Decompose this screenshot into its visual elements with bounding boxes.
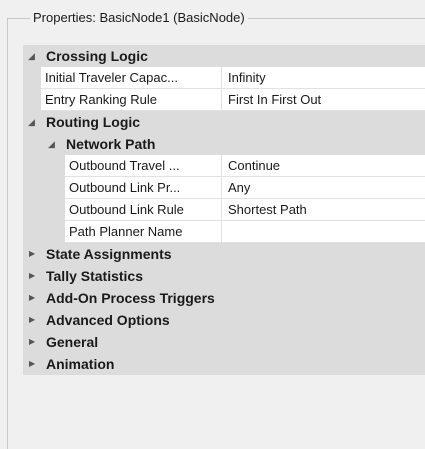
expanded-triangle-icon[interactable]: ◢ <box>28 51 35 61</box>
category-label: Animation <box>46 356 115 372</box>
collapsed-triangle-icon[interactable]: ▶ <box>29 315 35 325</box>
property-row-outbound-link-rule[interactable]: Outbound Link Rule Shortest Path <box>23 199 425 221</box>
category-label: Tally Statistics <box>46 268 144 284</box>
collapsed-triangle-icon[interactable]: ▶ <box>29 249 35 259</box>
category-state-assignments[interactable]: ▶ State Assignments <box>23 243 425 265</box>
subcategory-network-path[interactable]: ◢ Network Path <box>23 133 425 155</box>
category-animation[interactable]: ▶ Animation <box>23 353 425 375</box>
property-name: Initial Traveler Capac... <box>41 67 221 89</box>
row-gutter <box>23 199 65 221</box>
category-label: Add-On Process Triggers <box>46 290 215 306</box>
category-label: Advanced Options <box>46 312 170 328</box>
property-name: Outbound Link Pr... <box>65 177 221 199</box>
property-name: Path Planner Name <box>65 221 221 243</box>
expanded-triangle-icon[interactable]: ◢ <box>28 117 35 127</box>
row-gutter <box>23 221 65 243</box>
property-grid: ◢ Crossing Logic Initial Traveler Capac.… <box>23 45 425 375</box>
row-gutter <box>23 177 65 199</box>
property-name: Outbound Travel ... <box>65 155 221 177</box>
category-add-on-process-triggers[interactable]: ▶ Add-On Process Triggers <box>23 287 425 309</box>
category-advanced-options[interactable]: ▶ Advanced Options <box>23 309 425 331</box>
row-gutter <box>23 89 41 111</box>
category-label: General <box>46 334 99 350</box>
property-row-path-planner-name[interactable]: Path Planner Name <box>23 221 425 243</box>
property-row-outbound-travel-mode[interactable]: Outbound Travel ... Continue <box>23 155 425 177</box>
subcategory-label: Network Path <box>66 136 156 152</box>
property-value[interactable] <box>221 221 425 243</box>
property-row-entry-ranking-rule[interactable]: Entry Ranking Rule First In First Out <box>23 89 425 111</box>
category-crossing-logic[interactable]: ◢ Crossing Logic <box>23 45 425 67</box>
property-value[interactable]: Shortest Path <box>221 199 425 221</box>
property-value[interactable]: Any <box>221 177 425 199</box>
collapsed-triangle-icon[interactable]: ▶ <box>29 271 35 281</box>
collapsed-triangle-icon[interactable]: ▶ <box>29 293 35 303</box>
row-gutter <box>23 67 41 89</box>
property-name: Entry Ranking Rule <box>41 89 221 111</box>
property-name: Outbound Link Rule <box>65 199 221 221</box>
category-tally-statistics[interactable]: ▶ Tally Statistics <box>23 265 425 287</box>
properties-title: Properties: BasicNode1 (BasicNode) <box>30 10 248 25</box>
category-routing-logic[interactable]: ◢ Routing Logic <box>23 111 425 133</box>
collapsed-triangle-icon[interactable]: ▶ <box>29 359 35 369</box>
category-general[interactable]: ▶ General <box>23 331 425 353</box>
category-label: State Assignments <box>46 246 172 262</box>
row-gutter <box>23 155 65 177</box>
property-value[interactable]: Continue <box>221 155 425 177</box>
property-row-outbound-link-preference[interactable]: Outbound Link Pr... Any <box>23 177 425 199</box>
property-value[interactable]: First In First Out <box>221 89 425 111</box>
property-value[interactable]: Infinity <box>221 67 425 89</box>
category-label: Crossing Logic <box>46 48 148 64</box>
property-row-initial-traveler-capacity[interactable]: Initial Traveler Capac... Infinity <box>23 67 425 89</box>
collapsed-triangle-icon[interactable]: ▶ <box>29 337 35 347</box>
expanded-triangle-icon[interactable]: ◢ <box>48 139 55 149</box>
category-label: Routing Logic <box>46 114 141 130</box>
